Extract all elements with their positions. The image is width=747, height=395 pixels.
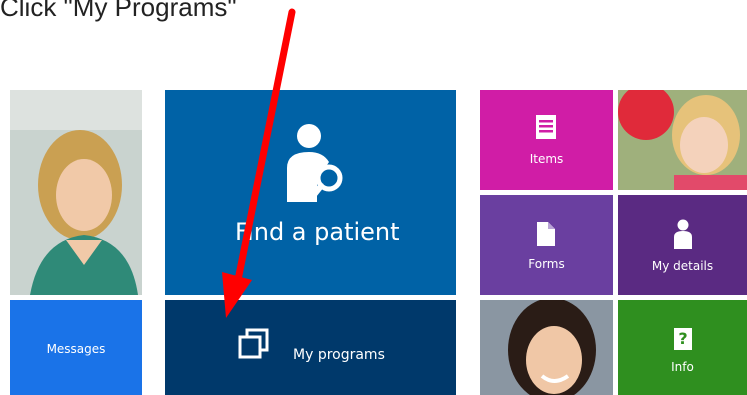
annotation-arrow [222, 8, 296, 318]
